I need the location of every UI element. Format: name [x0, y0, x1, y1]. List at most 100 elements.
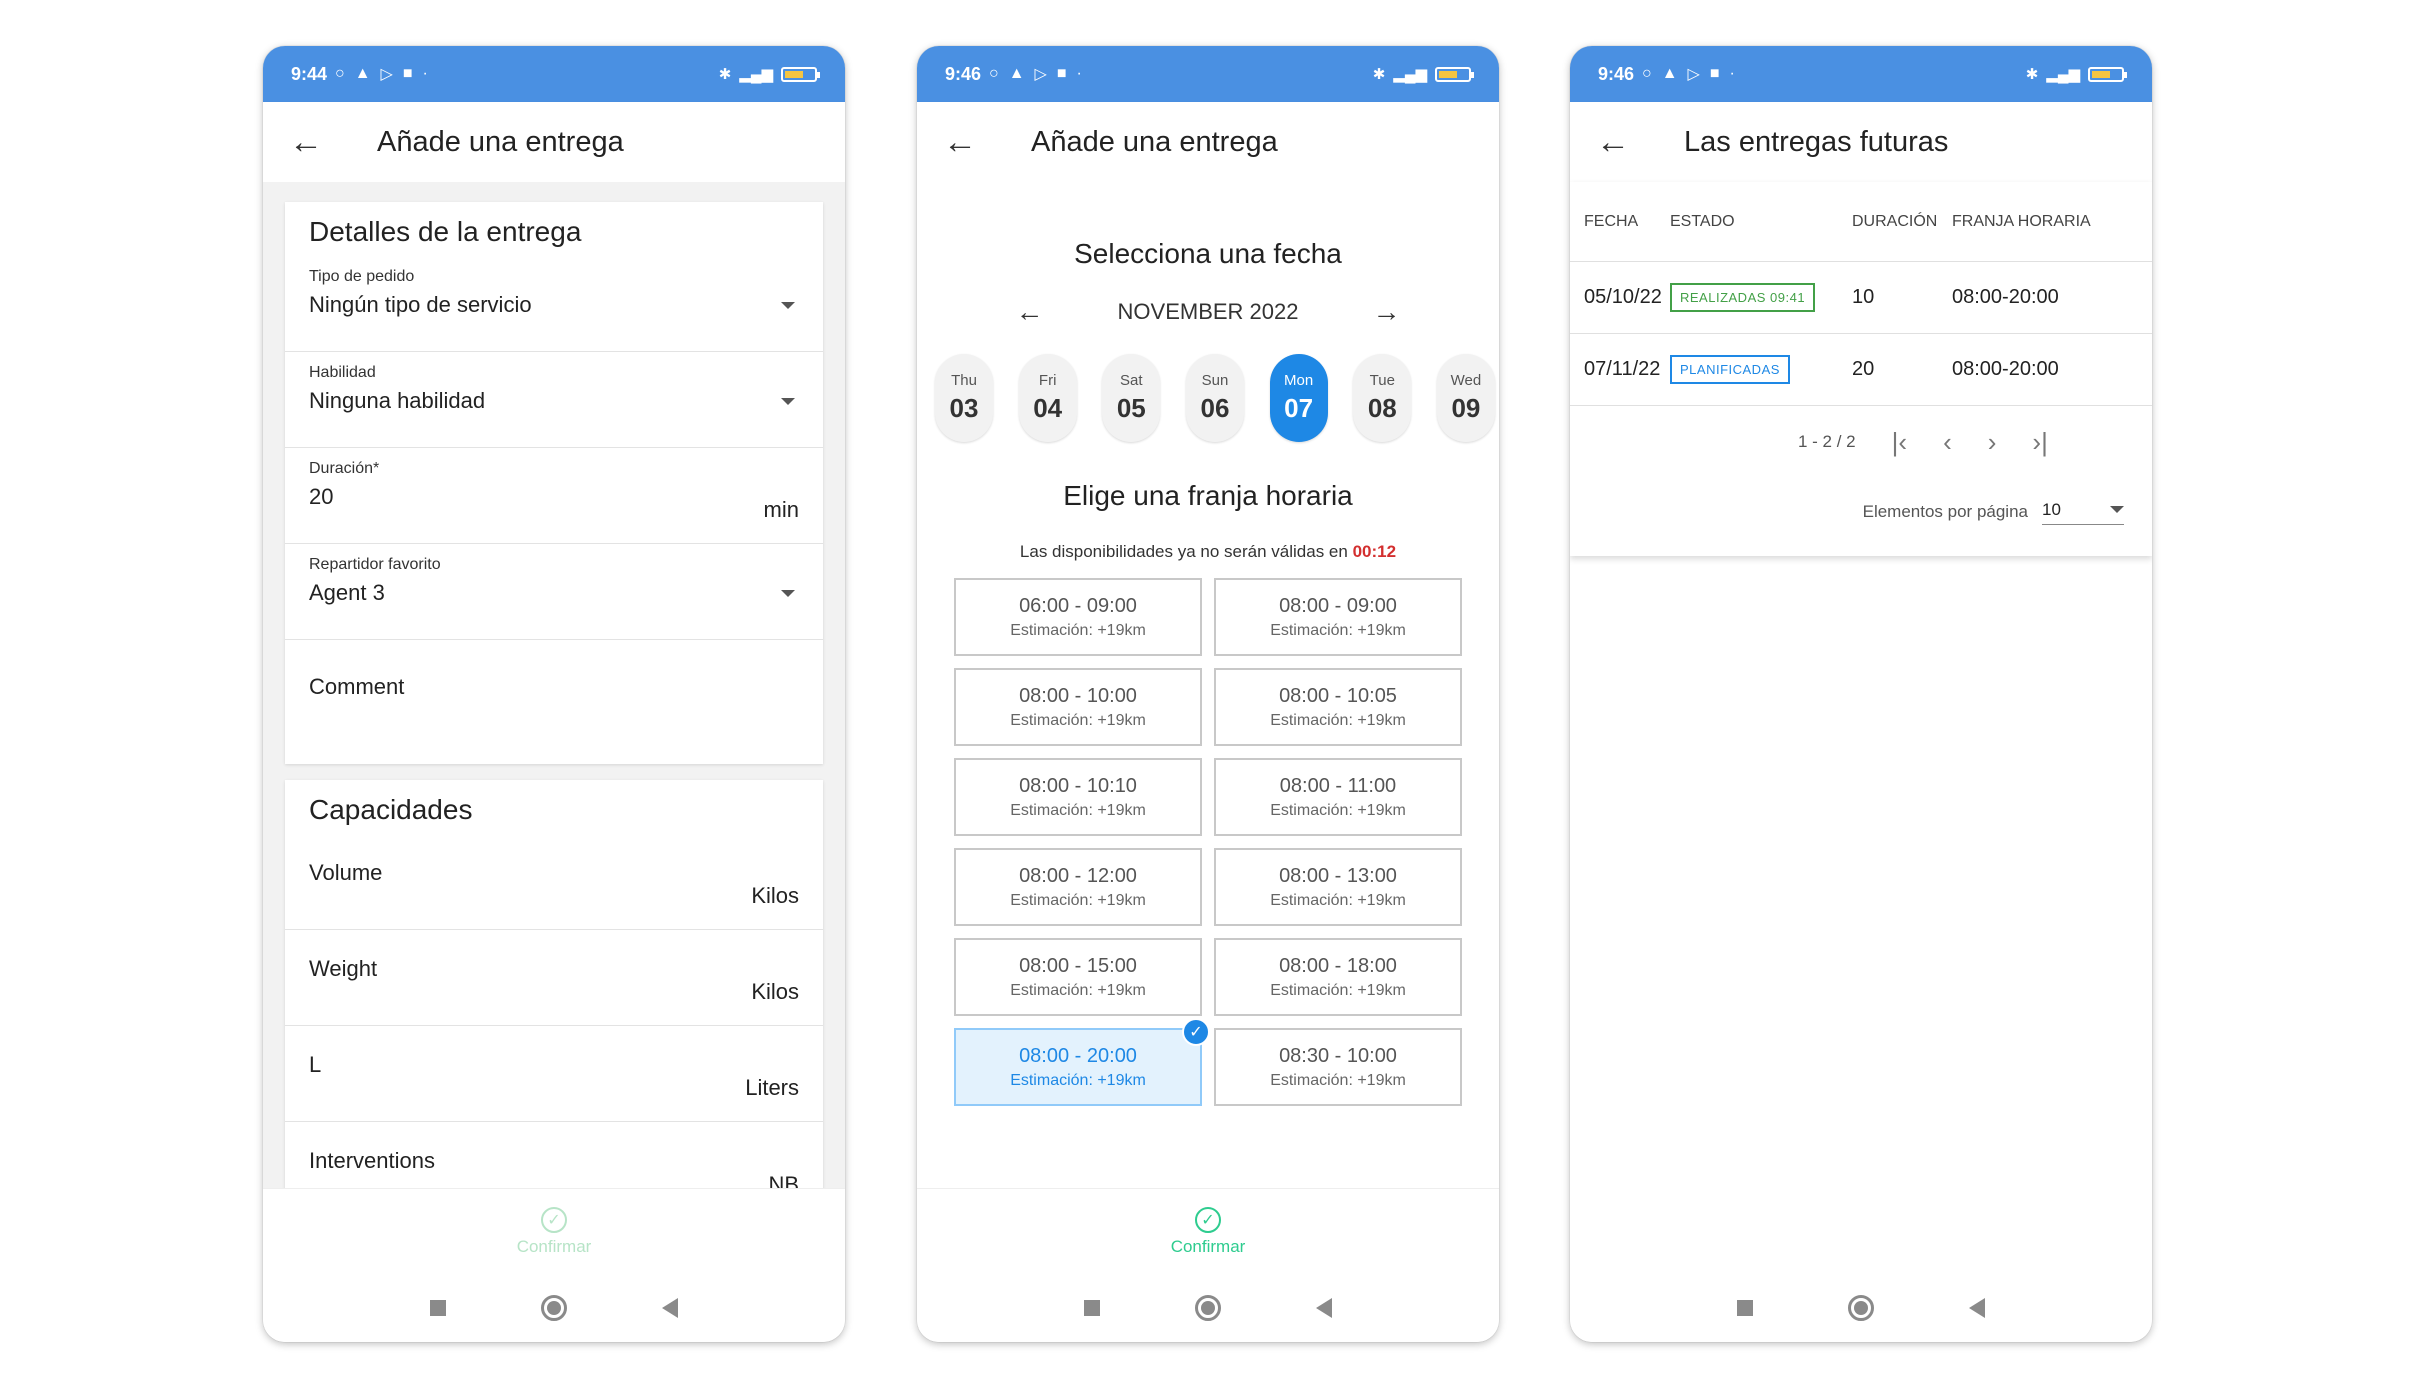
- day-chip[interactable]: Mon 07: [1269, 354, 1328, 442]
- back-triangle-icon[interactable]: [1968, 1298, 1985, 1318]
- slot-estimate: Estimación: +19km: [1270, 981, 1406, 999]
- capacity-interventions-field[interactable]: Interventions NB: [285, 1122, 823, 1188]
- confirm-button[interactable]: ✓ Confirmar: [917, 1188, 1499, 1274]
- app-icon: ■: [1056, 65, 1067, 82]
- field-label: L: [309, 1052, 322, 1077]
- signal-icon: ▂▄▆: [1393, 66, 1427, 83]
- last-page-icon[interactable]: ›|: [2032, 427, 2047, 458]
- slot-range: 08:00 - 20:00: [1019, 1044, 1137, 1067]
- system-nav-bar: [917, 1274, 1499, 1342]
- capacity-liters-field[interactable]: L Liters: [285, 1026, 823, 1122]
- duration-field[interactable]: Duración* 20 min: [285, 448, 823, 544]
- system-nav-bar: [263, 1274, 845, 1342]
- square-icon[interactable]: [1737, 1300, 1754, 1316]
- field-unit: Kilos: [751, 979, 799, 1004]
- items-per-page: Elementos por página 10: [1570, 478, 2152, 546]
- col-header-slot[interactable]: FRANJA HORARIA: [1952, 213, 2152, 231]
- time-slot[interactable]: 08:00 - 20:00 Estimación: +19km ✓: [954, 1018, 1210, 1106]
- confirm-button[interactable]: ✓ Confirmar: [263, 1188, 845, 1274]
- day-name: Thu: [951, 372, 977, 389]
- time-slot[interactable]: 08:00 - 15:00 Estimación: +19km: [954, 938, 1202, 1016]
- cell-duration: 20: [1852, 358, 1875, 380]
- home-circle-icon[interactable]: [540, 1295, 567, 1321]
- skill-select[interactable]: Habilidad Ninguna habilidad: [285, 352, 823, 448]
- time-slot[interactable]: 08:00 - 13:00 Estimación: +19km: [1214, 848, 1462, 926]
- comment-field[interactable]: Comment: [285, 640, 823, 764]
- slot-range: 08:00 - 10:00: [1019, 684, 1137, 707]
- time-slot[interactable]: 08:00 - 12:00 Estimación: +19km: [954, 848, 1202, 926]
- time-slot[interactable]: 08:00 - 09:00 Estimación: +19km: [1214, 578, 1462, 656]
- day-chip[interactable]: Sun 06: [1185, 354, 1244, 442]
- capacity-weight-field[interactable]: Weight Kilos: [285, 930, 823, 1026]
- items-per-page-select[interactable]: 10: [2042, 500, 2124, 525]
- time-slot[interactable]: 08:00 - 11:00 Estimación: +19km: [1214, 758, 1462, 836]
- time-slot[interactable]: 08:30 - 10:00 Estimación: +19km: [1214, 1028, 1462, 1106]
- arrow-left-icon[interactable]: ←: [289, 125, 335, 159]
- table-row[interactable]: 07/11/22 PLANIFICADAS 20 08:00-20:00: [1570, 334, 2152, 406]
- day-chip[interactable]: Thu 03: [935, 354, 993, 442]
- home-circle-icon[interactable]: [1847, 1295, 1874, 1321]
- field-unit: min: [763, 497, 799, 522]
- slot-range: 08:00 - 15:00: [1019, 954, 1137, 977]
- slot-estimate: Estimación: +19km: [1010, 1071, 1146, 1089]
- day-chip[interactable]: Fri 04: [1018, 354, 1077, 442]
- date-heading: Selecciona una fecha: [1074, 238, 1342, 269]
- phone-select-date-slot: 9:46 ○ ▲ ▷ ■ · ✱ ▂▄▆ ← Añade una entrega…: [917, 46, 1499, 1342]
- chevron-down-icon: [781, 590, 795, 597]
- arrow-left-icon[interactable]: ←: [1016, 296, 1044, 328]
- items-per-page-value: 10: [2042, 499, 2061, 519]
- time-slot[interactable]: 08:00 - 10:05 Estimación: +19km: [1214, 668, 1462, 746]
- page-title: Las entregas futuras: [1684, 125, 1949, 158]
- arrow-left-icon[interactable]: ←: [943, 125, 989, 159]
- col-header-status[interactable]: ESTADO: [1670, 213, 1852, 231]
- dot-icon: ·: [422, 65, 428, 82]
- slot-range: 06:00 - 09:00: [1019, 594, 1137, 617]
- deliveries-table: FECHA ESTADO DURACIÓN FRANJA HORARIA 05/…: [1570, 182, 2152, 556]
- bluetooth-icon: ✱: [718, 66, 732, 83]
- square-icon[interactable]: [1084, 1300, 1101, 1316]
- slot-estimate: Estimación: +19km: [1010, 801, 1146, 819]
- favorite-agent-select[interactable]: Repartidor favorito Agent 3: [285, 544, 823, 640]
- comment-placeholder: Comment: [309, 674, 405, 699]
- status-icons: ○ ▲ ▷ ■ ·: [989, 64, 1082, 84]
- app-icon: ■: [1709, 65, 1720, 82]
- time-slot[interactable]: 08:00 - 10:10 Estimación: +19km: [954, 758, 1202, 836]
- status-icons: ○ ▲ ▷ ■ ·: [1642, 64, 1735, 84]
- home-circle-icon[interactable]: [1194, 1295, 1221, 1321]
- day-chip[interactable]: Wed 09: [1436, 354, 1495, 442]
- table-row[interactable]: 05/10/22 REALIZADAS 09:41 10 08:00-20:00: [1570, 262, 2152, 334]
- square-icon[interactable]: [430, 1300, 447, 1316]
- time-slot[interactable]: 06:00 - 09:00 Estimación: +19km: [954, 578, 1202, 656]
- col-header-duration[interactable]: DURACIÓN: [1852, 213, 1952, 231]
- expiry-notice: Las disponibilidades ya no serán válidas…: [917, 542, 1499, 562]
- cell-slot: 08:00-20:00: [1952, 358, 2059, 380]
- first-page-icon[interactable]: |‹: [1892, 427, 1907, 458]
- status-icons: ○ ▲ ▷ ■ ·: [335, 64, 428, 84]
- status-badge: PLANIFICADAS: [1670, 355, 1790, 384]
- app-bar: ← Añade una entrega: [917, 102, 1499, 182]
- cell-status: REALIZADAS 09:41: [1670, 283, 1852, 312]
- back-triangle-icon[interactable]: [661, 1298, 678, 1318]
- day-number: 03: [949, 393, 979, 423]
- col-header-date[interactable]: FECHA: [1570, 213, 1670, 231]
- back-triangle-icon[interactable]: [1315, 1298, 1332, 1318]
- day-chip[interactable]: Sat 05: [1102, 354, 1161, 442]
- field-unit: Kilos: [751, 883, 799, 908]
- arrow-right-icon[interactable]: →: [1372, 296, 1400, 328]
- day-chip[interactable]: Tue 08: [1353, 354, 1412, 442]
- check-icon: ✓: [1182, 1018, 1210, 1046]
- day-name: Fri: [1038, 372, 1057, 389]
- card-title: Capacidades: [309, 794, 473, 825]
- arrow-left-icon[interactable]: ←: [1596, 125, 1642, 159]
- chevron-down-icon: [781, 302, 795, 309]
- time-slot[interactable]: 08:00 - 10:00 Estimación: +19km: [954, 668, 1202, 746]
- next-page-icon[interactable]: ›: [1988, 427, 1997, 458]
- headphones-icon: ○: [1642, 65, 1652, 82]
- slot-estimate: Estimación: +19km: [1270, 1071, 1406, 1089]
- slot-estimate: Estimación: +19km: [1270, 711, 1406, 729]
- slot-estimate: Estimación: +19km: [1270, 621, 1406, 639]
- order-type-select[interactable]: Tipo de pedido Ningún tipo de servicio: [285, 256, 823, 352]
- prev-page-icon[interactable]: ‹: [1943, 427, 1952, 458]
- time-slot[interactable]: 08:00 - 18:00 Estimación: +19km: [1214, 938, 1462, 1016]
- capacity-volume-field[interactable]: Volume Kilos: [285, 834, 823, 930]
